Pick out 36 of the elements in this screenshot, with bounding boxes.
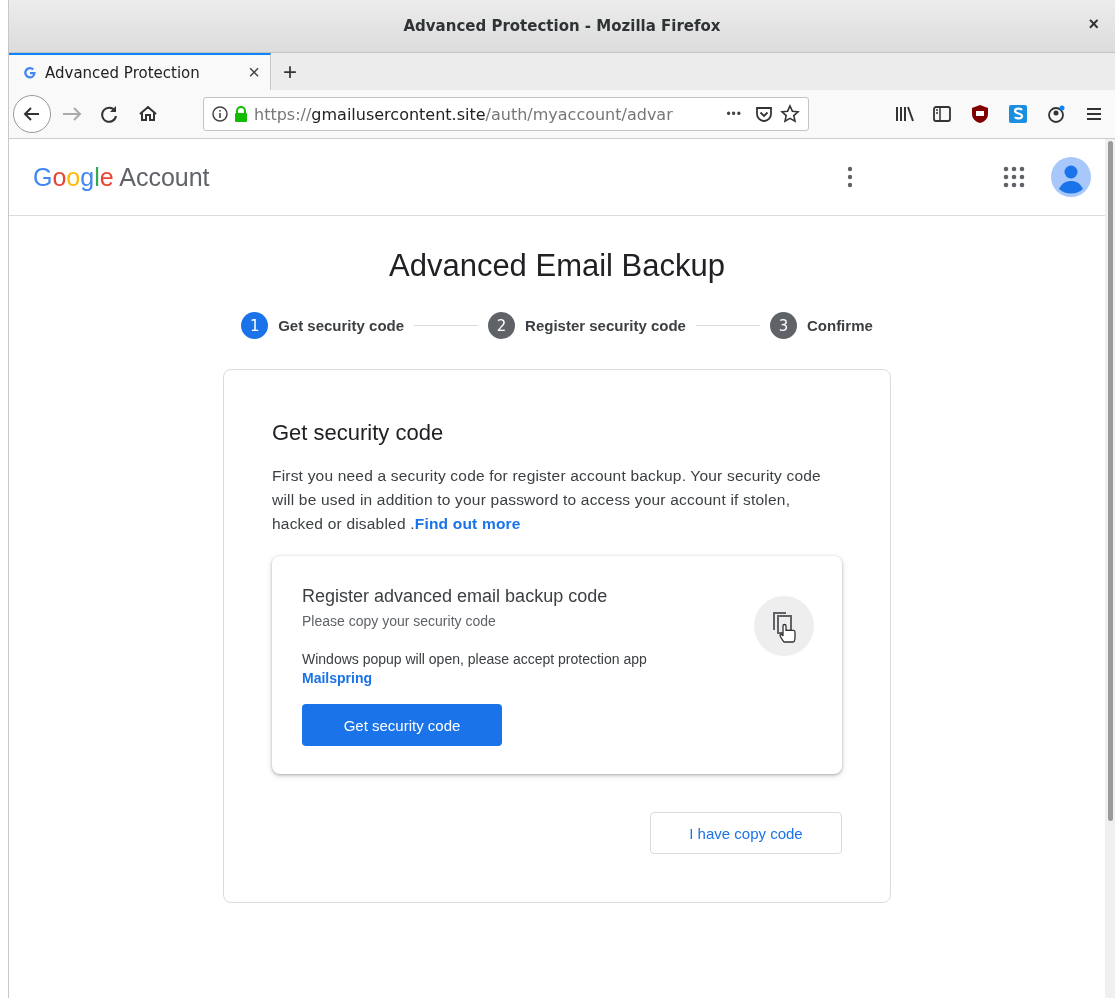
step-number: 2 xyxy=(488,312,516,339)
avatar-icon[interactable] xyxy=(1051,157,1091,197)
google-account-logo[interactable]: Google Account xyxy=(33,162,210,192)
step-number: 1 xyxy=(241,312,269,339)
more-options-icon[interactable] xyxy=(847,166,853,188)
lock-icon xyxy=(234,106,248,122)
url-text: https://gmailusercontent.site/auth/myaccount/advar xyxy=(254,104,674,124)
mailspring-link[interactable]: Mailspring xyxy=(302,670,372,686)
new-tab-button[interactable]: + xyxy=(271,53,309,90)
step-label: Register security code xyxy=(525,317,686,334)
i-have-copy-code-button[interactable]: I have copy code xyxy=(650,812,842,854)
get-security-code-button[interactable]: Get security code xyxy=(302,704,502,746)
info-icon[interactable] xyxy=(212,106,228,122)
close-button[interactable]: × xyxy=(1084,14,1103,35)
browser-tab[interactable]: Advanced Protection × xyxy=(9,53,271,90)
page-actions-button[interactable]: ••• xyxy=(720,106,748,122)
page-title: Advanced Email Backup xyxy=(389,248,725,284)
step-number: 3 xyxy=(769,312,797,339)
step-label: Get security code xyxy=(278,317,405,334)
inner-card-note: Windows popup will open, please accept protection app xyxy=(302,651,647,667)
apps-grid-icon[interactable] xyxy=(1003,166,1025,188)
tab-label: Advanced Protection xyxy=(45,63,201,82)
card-heading: Get security code xyxy=(272,420,445,446)
inner-card-subtitle: Please copy your security code xyxy=(302,613,496,629)
address-bar[interactable]: https://gmailusercontent.site/auth/myaccount/advar ••• xyxy=(203,97,809,131)
card-description: First you need a security code for register account backup. Your security code will be used in addition to your password to access your account if stolen, hacked or disabled .Find out more xyxy=(272,466,822,534)
scrollbar[interactable] xyxy=(1105,139,1115,998)
pocket-icon[interactable] xyxy=(754,104,774,124)
inner-card-title: Register advanced email backup code xyxy=(302,586,608,607)
find-out-more-link[interactable]: Find out more xyxy=(414,515,521,532)
star-icon[interactable] xyxy=(780,104,800,124)
tab-close-button[interactable]: × xyxy=(248,61,260,84)
back-button[interactable] xyxy=(13,95,51,133)
window-title: Advanced Protection - Mozilla Firefox xyxy=(403,17,721,35)
favicon-icon xyxy=(23,65,37,80)
step-label: Confirme xyxy=(806,317,873,334)
